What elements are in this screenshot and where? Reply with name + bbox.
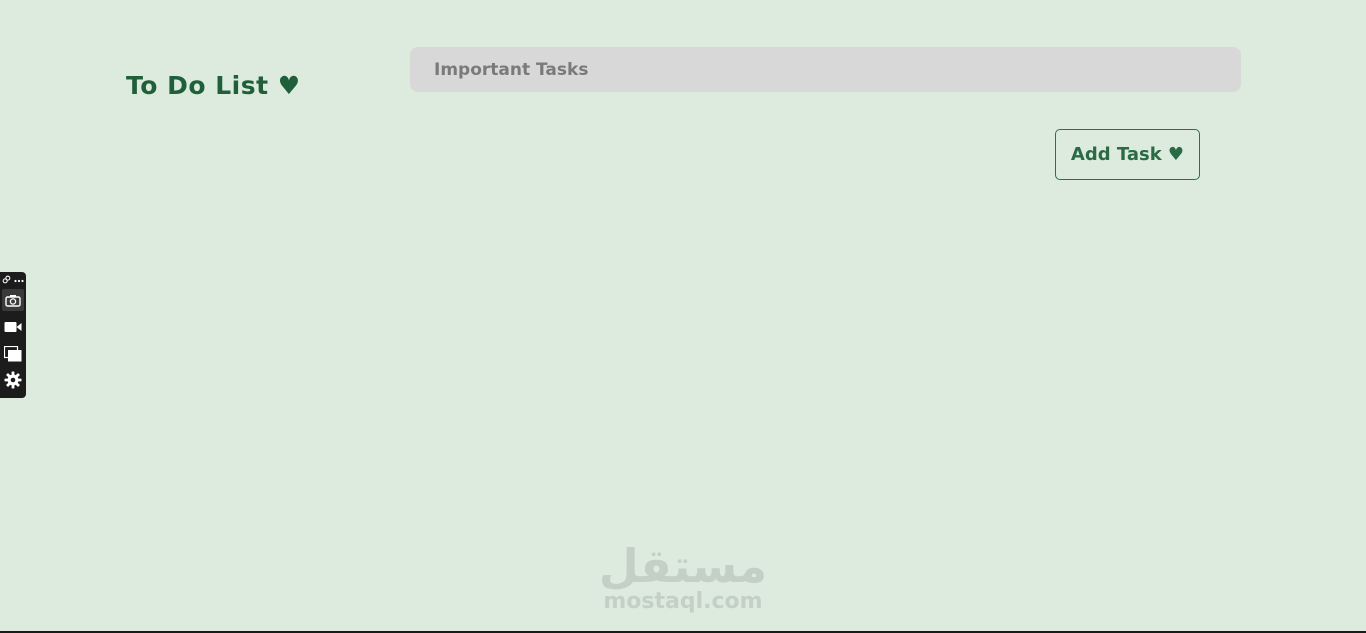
link-icon[interactable] [2,275,11,286]
capture-toolbar [0,272,26,398]
screenshot-button[interactable] [2,289,24,311]
add-task-button[interactable]: Add Task ♥ [1055,129,1200,180]
video-icon [4,321,22,333]
watermark-arabic: مستقل [598,539,768,593]
task-input[interactable] [410,47,1241,92]
record-video-button[interactable] [2,316,24,338]
windows-icon [4,346,22,362]
watermark: مستقل mostaql.com [583,540,783,614]
toolbar-header [2,274,24,286]
gear-icon [4,371,22,389]
window-capture-button[interactable] [2,343,24,365]
app-title: To Do List ♥ [126,70,301,100]
settings-button[interactable] [2,369,24,391]
more-icon[interactable] [14,276,24,285]
watermark-latin: mostaql.com [603,589,763,614]
camera-icon [5,294,21,307]
